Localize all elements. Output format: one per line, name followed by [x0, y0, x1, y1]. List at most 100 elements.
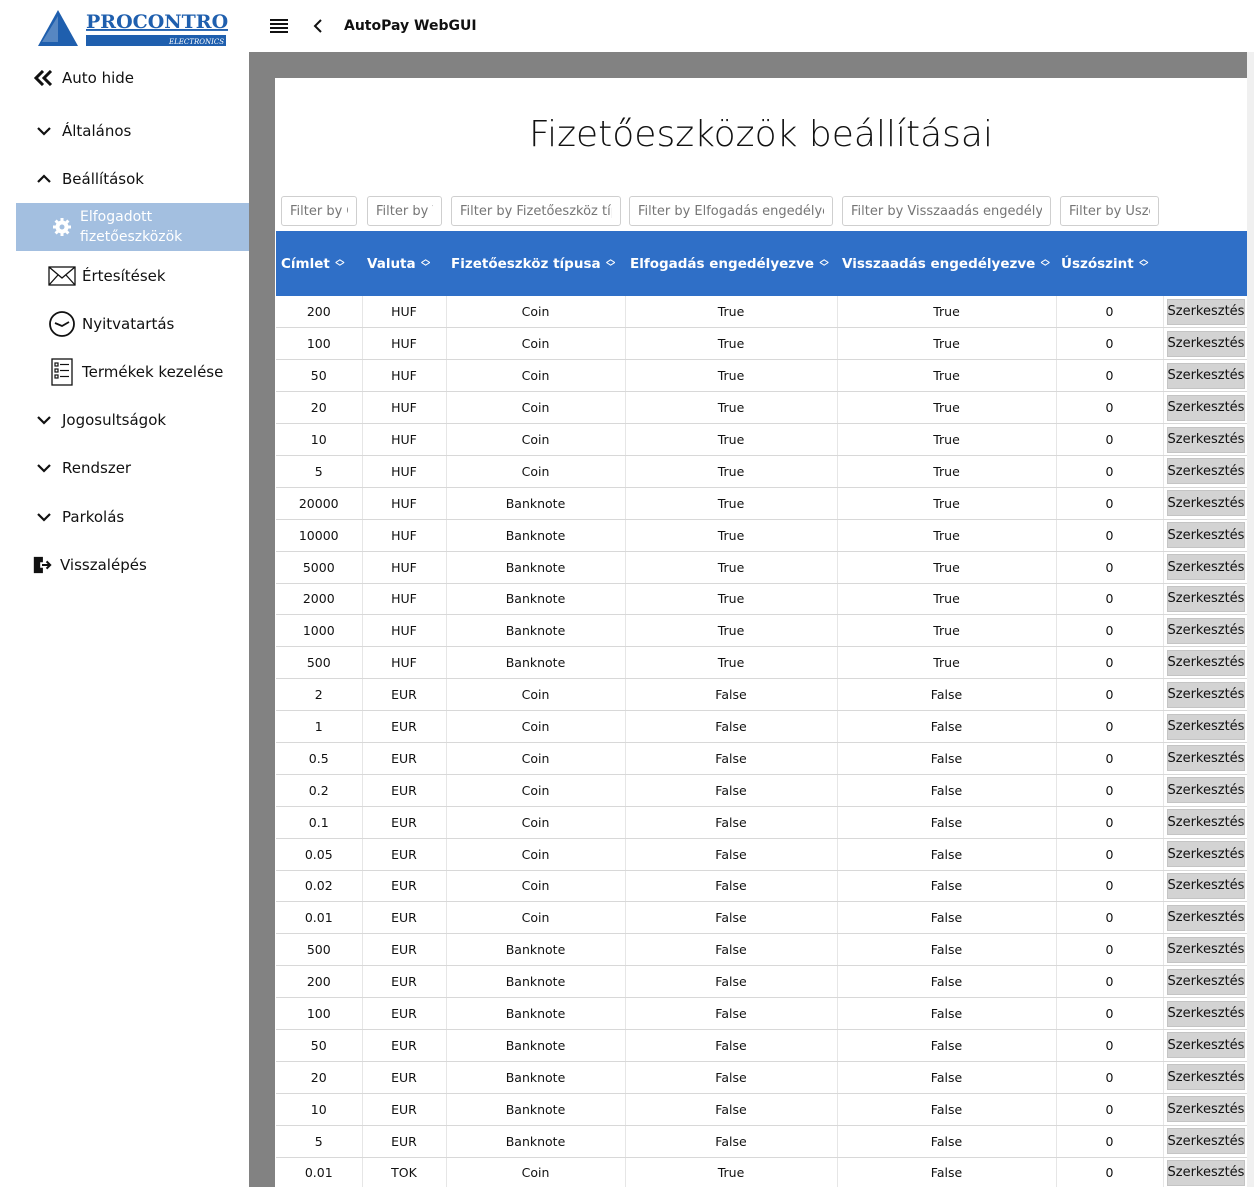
cell-tipus: Banknote: [446, 646, 626, 680]
auto-hide-toggle[interactable]: Auto hide: [0, 60, 249, 96]
top-bar: AutoPay WebGUI: [249, 0, 1254, 52]
edit-button[interactable]: Szerkesztés: [1166, 394, 1245, 421]
cell-cimlet: 10: [276, 1093, 363, 1126]
nav-group-altalanos[interactable]: Általános: [0, 113, 249, 149]
cell-uszoszint: 0: [1056, 997, 1164, 1030]
filter-uszoszint-input[interactable]: [1060, 196, 1159, 226]
edit-button[interactable]: Szerkesztés: [1166, 777, 1245, 804]
cell-actions: Szerkesztés: [1163, 838, 1247, 871]
nav-group-beallitasok[interactable]: Beállítások: [0, 161, 249, 197]
cell-actions: Szerkesztés: [1163, 583, 1247, 616]
edit-button[interactable]: Szerkesztés: [1166, 490, 1245, 517]
nav-item-termekek-kezelese[interactable]: Termékek kezelése: [0, 354, 249, 390]
edit-button[interactable]: Szerkesztés: [1166, 1128, 1245, 1155]
edit-button[interactable]: Szerkesztés: [1166, 554, 1245, 581]
edit-button[interactable]: Szerkesztés: [1166, 522, 1245, 549]
edit-button[interactable]: Szerkesztés: [1166, 617, 1245, 644]
filter-visszaadas-input[interactable]: [842, 196, 1051, 226]
edit-button[interactable]: Szerkesztés: [1166, 1159, 1245, 1186]
column-header-valuta[interactable]: Valuta ︿ ﹀: [362, 231, 446, 296]
edit-button[interactable]: Szerkesztés: [1166, 1032, 1245, 1059]
cell-uszoszint: 0: [1056, 678, 1164, 712]
cell-valuta: HUF: [362, 519, 447, 552]
cell-uszoszint: 0: [1056, 614, 1164, 648]
edit-button[interactable]: Szerkesztés: [1166, 681, 1245, 708]
cell-visszaadas: True: [837, 583, 1057, 616]
nav-group-parkolas[interactable]: Parkolás: [0, 499, 249, 535]
sort-icon[interactable]: ︿ ﹀: [334, 255, 346, 272]
cell-cimlet: 0.5: [276, 742, 363, 775]
edit-button[interactable]: Szerkesztés: [1166, 362, 1245, 389]
sort-icon[interactable]: ︿ ﹀: [605, 255, 617, 272]
column-header-visszaadas[interactable]: Visszaadás engedélyezve ︿ ﹀: [837, 231, 1056, 296]
cell-visszaadas: False: [837, 742, 1057, 775]
cell-actions: Szerkesztés: [1163, 646, 1247, 680]
cell-visszaadas: True: [837, 423, 1057, 456]
sort-icon[interactable]: ︿ ﹀: [1039, 255, 1051, 272]
edit-button[interactable]: Szerkesztés: [1166, 1000, 1245, 1027]
cell-uszoszint: 0: [1056, 519, 1164, 552]
sort-icon[interactable]: ︿ ﹀: [1138, 255, 1150, 272]
hamburger-menu-icon[interactable]: [268, 15, 290, 37]
column-header-fizetoeszkoz-tipusa[interactable]: Fizetőeszköz típusa ︿ ﹀: [446, 231, 625, 296]
cell-visszaadas: False: [837, 1093, 1057, 1126]
cell-visszaadas: False: [837, 806, 1057, 839]
edit-button[interactable]: Szerkesztés: [1166, 713, 1245, 740]
envelope-icon: [48, 262, 76, 290]
nav-group-rendszer[interactable]: Rendszer: [0, 450, 249, 486]
nav-item-visszalepes[interactable]: Visszalépés: [0, 547, 249, 583]
edit-button[interactable]: Szerkesztés: [1166, 426, 1245, 453]
filter-cimlet-input[interactable]: [281, 196, 357, 226]
table-row: 100 EUR Banknote False False 0 Szerkesztés: [276, 997, 1247, 1030]
edit-button[interactable]: Szerkesztés: [1166, 585, 1245, 612]
filter-valuta-input[interactable]: [367, 196, 442, 226]
cell-elfogadas: True: [625, 583, 838, 616]
cell-actions: Szerkesztés: [1163, 901, 1247, 935]
nav-item-elfogadott-fizetoeszkozok[interactable]: Elfogadott fizetőeszközök: [16, 203, 249, 251]
cell-visszaadas: False: [837, 870, 1057, 903]
cell-cimlet: 1: [276, 710, 363, 743]
cell-actions: Szerkesztés: [1163, 391, 1247, 425]
cell-uszoszint: 0: [1056, 1061, 1164, 1094]
table-row: 1000 HUF Banknote True True 0 Szerkesztés: [276, 614, 1247, 648]
cell-elfogadas: False: [625, 1125, 838, 1158]
edit-button[interactable]: Szerkesztés: [1166, 904, 1245, 931]
edit-button[interactable]: Szerkesztés: [1166, 649, 1245, 676]
cell-cimlet: 0.01: [276, 1157, 363, 1187]
edit-button[interactable]: Szerkesztés: [1166, 1064, 1245, 1091]
sort-icon[interactable]: ︿ ﹀: [420, 255, 432, 272]
column-header-uszoszint[interactable]: Úszószint ︿ ﹀: [1056, 231, 1163, 296]
cell-uszoszint: 0: [1056, 296, 1164, 329]
edit-button[interactable]: Szerkesztés: [1166, 968, 1245, 995]
procontrol-logo: PROCONTROL ELECTRONICS: [38, 8, 242, 48]
edit-button[interactable]: Szerkesztés: [1166, 458, 1245, 485]
back-chevron-icon[interactable]: [308, 15, 328, 37]
edit-button[interactable]: Szerkesztés: [1166, 745, 1245, 772]
edit-button[interactable]: Szerkesztés: [1166, 330, 1245, 357]
nav-group-jogosultsagok[interactable]: Jogosultságok: [0, 402, 249, 438]
brand-sub: ELECTRONICS: [168, 38, 224, 46]
edit-button[interactable]: Szerkesztés: [1166, 936, 1245, 963]
cell-visszaadas: True: [837, 359, 1057, 393]
cell-visszaadas: True: [837, 327, 1057, 361]
column-header-cimlet[interactable]: Címlet ︿ ﹀: [276, 231, 362, 296]
cell-actions: Szerkesztés: [1163, 487, 1247, 520]
cell-tipus: Banknote: [446, 519, 626, 552]
cell-tipus: Banknote: [446, 487, 626, 520]
column-header-elfogadas[interactable]: Elfogadás engedélyezve ︿ ﹀: [625, 231, 837, 296]
table-row: 0.01 TOK Coin True False 0 Szerkesztés: [276, 1157, 1247, 1187]
edit-button[interactable]: Szerkesztés: [1166, 1096, 1245, 1123]
nav-item-nyitvatartas[interactable]: Nyitvatartás: [0, 306, 249, 342]
edit-button[interactable]: Szerkesztés: [1166, 872, 1245, 899]
edit-button[interactable]: Szerkesztés: [1166, 298, 1245, 325]
cell-visszaadas: False: [837, 678, 1057, 712]
edit-button[interactable]: Szerkesztés: [1166, 809, 1245, 836]
filter-fizetoeszkoz-tipusa-input[interactable]: [451, 196, 621, 226]
edit-button[interactable]: Szerkesztés: [1166, 841, 1245, 868]
cell-actions: Szerkesztés: [1163, 742, 1247, 775]
sort-icon[interactable]: ︿ ﹀: [818, 255, 830, 272]
nav-item-ertesitesek[interactable]: Értesítések: [0, 258, 249, 294]
scrollbar-track[interactable]: [1247, 52, 1254, 1187]
gear-icon: [52, 217, 72, 237]
filter-elfogadas-input[interactable]: [629, 196, 833, 226]
